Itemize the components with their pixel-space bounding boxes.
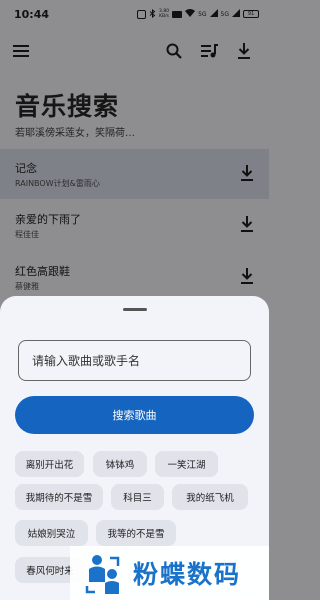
suggestion-chip[interactable]: 我等的不是雪 bbox=[96, 520, 176, 546]
watermark: 粉蝶数码 bbox=[70, 546, 269, 600]
search-input[interactable] bbox=[18, 340, 251, 381]
menu-icon[interactable] bbox=[10, 40, 32, 62]
song-title: 亲爱的下雨了 bbox=[15, 213, 81, 226]
signal-5g-label: 5G bbox=[198, 10, 207, 18]
watermark-text: 粉蝶数码 bbox=[133, 560, 242, 589]
wifi-icon bbox=[185, 9, 196, 19]
drag-handle[interactable] bbox=[123, 308, 147, 311]
suggestion-chip[interactable]: 我的纸飞机 bbox=[172, 484, 248, 510]
notification-icon bbox=[137, 9, 147, 19]
battery-icon: 91 bbox=[243, 10, 259, 18]
search-icon[interactable] bbox=[163, 40, 185, 62]
status-bar: 10:44 3.80 KB/s 5G 5G 91 bbox=[0, 0, 269, 28]
song-item[interactable]: 红色高跟鞋 蔡健雅 bbox=[0, 252, 269, 302]
signal-5g-label-2: 5G bbox=[220, 10, 229, 18]
download-icon[interactable] bbox=[240, 165, 258, 183]
suggestion-chip[interactable]: 离别开出花 bbox=[15, 451, 84, 477]
search-button[interactable]: 搜索歌曲 bbox=[15, 396, 254, 434]
watermark-logo-icon bbox=[85, 555, 120, 594]
suggestion-chip[interactable]: 钵钵鸡 bbox=[93, 451, 147, 477]
suggestion-chip[interactable]: 科目三 bbox=[111, 484, 164, 510]
suggestion-chip[interactable]: 姑娘别哭泣 bbox=[15, 520, 88, 546]
app-bar bbox=[0, 36, 269, 66]
song-title: 红色高跟鞋 bbox=[15, 265, 70, 278]
status-icons: 3.80 KB/s 5G 5G 91 bbox=[137, 8, 259, 20]
song-artist: RAINBOW计划&雷雨心 bbox=[15, 179, 100, 188]
signal-icon-2 bbox=[232, 9, 240, 19]
suggestion-chip[interactable]: 我期待的不是雪 bbox=[15, 484, 103, 510]
page-subtitle: 若耶溪傍采莲女，笑隔荷… bbox=[15, 128, 135, 139]
song-artist: 蔡健雅 bbox=[15, 282, 39, 291]
bluetooth-icon bbox=[149, 8, 156, 20]
song-title: 记念 bbox=[15, 162, 37, 175]
download-icon[interactable] bbox=[240, 268, 258, 286]
song-item[interactable]: 记念 RAINBOW计划&雷雨心 bbox=[0, 149, 269, 199]
download-icon[interactable] bbox=[233, 40, 255, 62]
page-title: 音乐搜索 bbox=[15, 92, 120, 121]
song-item[interactable]: 亲爱的下雨了 程佳佳 bbox=[0, 200, 269, 250]
song-artist: 程佳佳 bbox=[15, 230, 39, 239]
hd-icon bbox=[172, 10, 183, 18]
playlist-icon[interactable] bbox=[198, 40, 220, 62]
download-icon[interactable] bbox=[240, 216, 258, 234]
network-speed: 3.80 KB/s bbox=[159, 9, 170, 19]
signal-icon bbox=[209, 9, 218, 19]
status-time: 10:44 bbox=[14, 7, 50, 21]
suggestion-chip[interactable]: 一笑江湖 bbox=[155, 451, 218, 477]
